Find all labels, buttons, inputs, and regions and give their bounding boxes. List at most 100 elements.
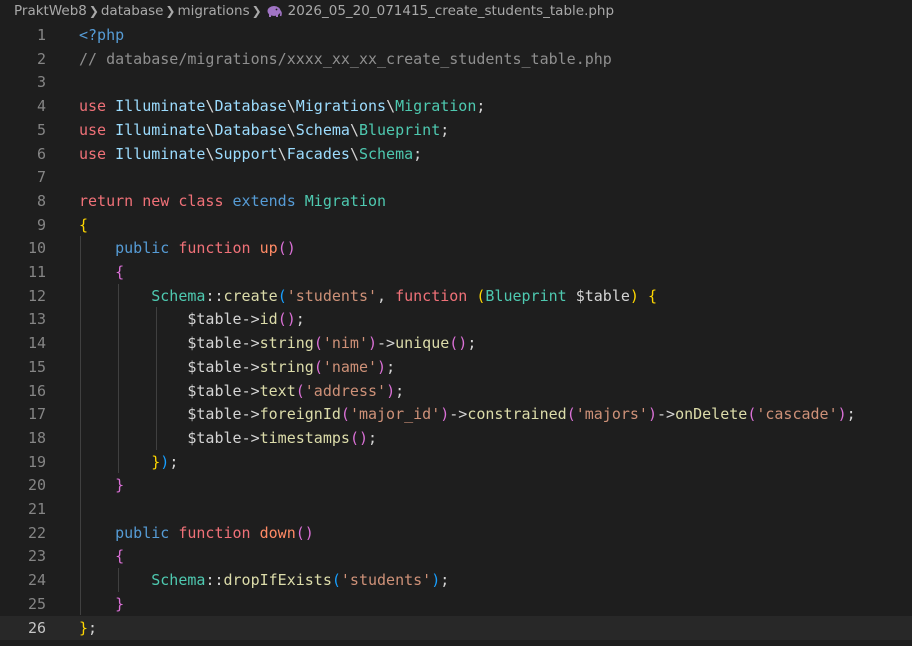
code-line[interactable]: 21 xyxy=(0,497,912,521)
code-token: ( xyxy=(313,334,323,353)
code-text[interactable]: } xyxy=(79,592,124,616)
code-text[interactable]: { xyxy=(79,260,124,284)
code-line[interactable]: 24 Schema::dropIfExists('students'); xyxy=(0,568,912,592)
breadcrumb-item-project[interactable]: PraktWeb8 xyxy=(14,3,87,19)
line-number: 22 xyxy=(27,523,46,542)
code-text[interactable]: $table->text('address'); xyxy=(79,379,404,403)
code-token: Schema xyxy=(295,120,350,139)
code-text[interactable]: $table->string('nim')->unique(); xyxy=(79,331,476,355)
code-line[interactable]: 13 $table->id(); xyxy=(0,307,912,331)
code-token: Blueprint xyxy=(485,286,576,305)
code-line[interactable]: 3 xyxy=(0,70,912,94)
code-text[interactable]: { xyxy=(79,544,124,568)
code-token: ; xyxy=(169,452,179,471)
code-text[interactable]: use Illuminate\Database\Migrations\Migra… xyxy=(79,94,485,118)
code-token: -> xyxy=(241,405,260,424)
code-text[interactable]: // database/migrations/xxxx_xx_xx_create… xyxy=(79,47,612,71)
code-token: public xyxy=(115,523,179,542)
code-text[interactable]: use Illuminate\Database\Schema\Blueprint… xyxy=(79,118,449,142)
code-line[interactable]: 16 $table->text('address'); xyxy=(0,379,912,403)
code-token: constrained xyxy=(467,405,567,424)
code-text[interactable]: }); xyxy=(79,450,178,474)
code-text[interactable]: <?php xyxy=(79,23,124,47)
code-token: ) xyxy=(377,357,387,376)
code-token: () xyxy=(277,239,296,258)
code-token: return xyxy=(79,191,143,210)
code-text[interactable]: public function up() xyxy=(79,236,296,260)
code-line[interactable]: 15 $table->string('name'); xyxy=(0,355,912,379)
code-token: 'name' xyxy=(322,357,378,376)
code-line[interactable]: 1 <?php xyxy=(0,23,912,47)
code-token: } xyxy=(115,476,125,495)
code-line[interactable]: 10 public function up() xyxy=(0,236,912,260)
code-text[interactable]: Schema::create('students', function (Blu… xyxy=(79,284,657,308)
code-line[interactable]: 22 public function down() xyxy=(0,521,912,545)
code-line[interactable]: 18 $table->timestamps(); xyxy=(0,426,912,450)
code-token: <?php xyxy=(79,26,125,44)
code-token: ( xyxy=(295,381,305,400)
code-line[interactable]: 14 $table->string('nim')->unique(); xyxy=(0,331,912,355)
code-text[interactable]: public function down() xyxy=(79,521,314,545)
code-token: 'majors' xyxy=(575,405,648,424)
code-text[interactable]: return new class extends Migration xyxy=(79,189,386,213)
code-token: 'cascade' xyxy=(756,405,838,424)
code-token: Schema xyxy=(151,571,206,590)
breadcrumb-item-file[interactable]: 2026_05_20_071415_create_students_table.… xyxy=(288,3,614,19)
code-line[interactable]: 9{ xyxy=(0,213,912,237)
code-text[interactable]: Schema::dropIfExists('students'); xyxy=(79,568,449,592)
line-number: 23 xyxy=(27,547,46,566)
code-token: function xyxy=(178,239,260,258)
code-line[interactable]: 26}; xyxy=(0,615,912,640)
code-line[interactable]: 11 { xyxy=(0,260,912,284)
code-text[interactable]: $table->id(); xyxy=(79,307,304,331)
code-token: ; xyxy=(467,334,477,353)
code-text[interactable]: $table->foreignId('major_id')->constrain… xyxy=(79,402,855,426)
code-token: -> xyxy=(241,357,260,376)
code-token: { xyxy=(79,215,89,234)
code-line[interactable]: 19 }); xyxy=(0,450,912,474)
code-text[interactable]: $table->timestamps(); xyxy=(79,426,377,450)
code-token: ) xyxy=(629,286,648,305)
code-token: ( xyxy=(566,405,576,424)
code-token: 'nim' xyxy=(322,334,368,353)
code-line[interactable]: 6 use Illuminate\Support\Facades\Schema; xyxy=(0,142,912,166)
code-token: -> xyxy=(241,310,260,329)
code-token: \ xyxy=(277,144,287,163)
code-line[interactable]: 12 Schema::create('students', function (… xyxy=(0,284,912,308)
code-line[interactable]: 5 use Illuminate\Database\Schema\Blueprin… xyxy=(0,118,912,142)
code-token: public xyxy=(115,239,179,258)
code-line[interactable]: 20 } xyxy=(0,473,912,497)
code-token: $table xyxy=(187,405,242,424)
code-line[interactable]: 2 // database/migrations/xxxx_xx_xx_creat… xyxy=(0,47,912,71)
code-token: Illuminate xyxy=(115,120,206,139)
code-token: -> xyxy=(241,381,260,400)
code-editor[interactable]: 1 <?php 2 // database/migrations/xxxx_xx_xx… xyxy=(0,22,912,646)
code-token: up xyxy=(259,239,278,258)
code-line[interactable]: 8 return new class extends Migration xyxy=(0,189,912,213)
line-number: 11 xyxy=(27,263,46,281)
chevron-right-icon: ❯ xyxy=(251,4,262,18)
code-text[interactable]: use Illuminate\Support\Facades\Schema; xyxy=(79,142,422,166)
code-token: down xyxy=(259,523,296,542)
indent-guide xyxy=(118,283,119,474)
code-line[interactable]: 23 { xyxy=(0,544,912,568)
line-number: 9 xyxy=(36,215,46,234)
code-text[interactable]: { xyxy=(79,213,88,237)
code-line[interactable]: 17 $table->foreignId('major_id')->constr… xyxy=(0,402,912,426)
line-number: 8 xyxy=(36,191,46,210)
code-text[interactable]: $table->string('name'); xyxy=(79,355,395,379)
code-text[interactable]: }; xyxy=(79,616,97,640)
code-line[interactable]: 25 } xyxy=(0,592,912,616)
chevron-right-icon: ❯ xyxy=(165,4,176,18)
code-text[interactable]: } xyxy=(79,473,124,497)
code-token: ) xyxy=(837,405,847,424)
breadcrumb-item-database[interactable]: database xyxy=(101,3,164,19)
code-token: function xyxy=(395,286,477,305)
breadcrumb-item-migrations[interactable]: migrations xyxy=(177,3,249,19)
code-line[interactable]: 4 use Illuminate\Database\Migrations\Migr… xyxy=(0,94,912,118)
code-line[interactable]: 7 xyxy=(0,165,912,189)
